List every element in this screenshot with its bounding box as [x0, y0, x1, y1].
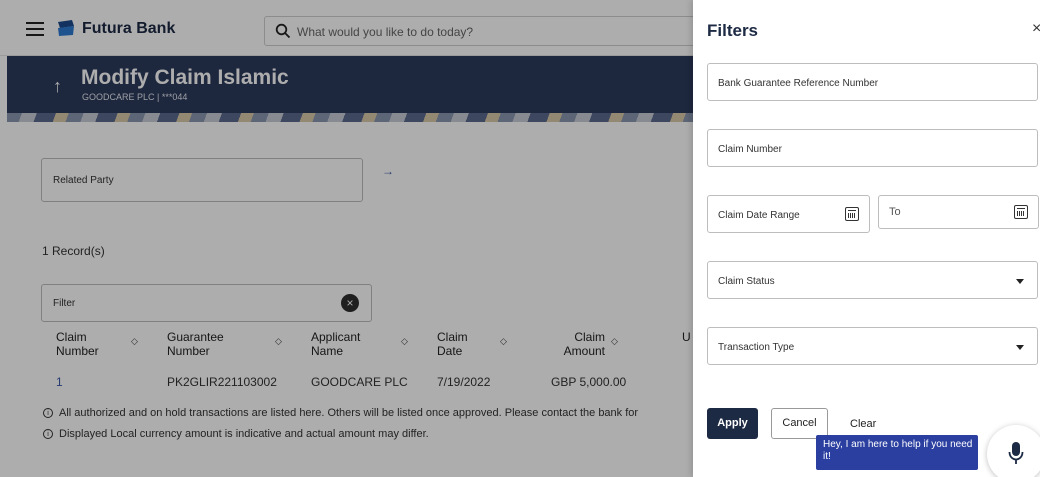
apply-button[interactable]: Apply: [707, 408, 758, 439]
panel-title: Filters: [707, 21, 759, 40]
field-label: Claim Status: [718, 276, 775, 287]
claim-status-dropdown[interactable]: Claim Status: [707, 261, 1038, 299]
assistant-message[interactable]: Hey, I am here to help if you need it!: [816, 435, 978, 470]
claim-date-to-input[interactable]: To: [878, 195, 1039, 229]
voice-assistant-button[interactable]: [987, 425, 1040, 477]
field-label: Bank Guarantee Reference Number: [718, 78, 879, 89]
close-icon[interactable]: ×: [1032, 20, 1040, 38]
field-label: Claim Date Range: [718, 210, 800, 221]
transaction-type-dropdown[interactable]: Transaction Type: [707, 327, 1038, 365]
microphone-icon: [1008, 442, 1024, 464]
bank-guarantee-reference-input[interactable]: Bank Guarantee Reference Number: [707, 63, 1038, 101]
clear-button[interactable]: Clear: [850, 418, 876, 430]
calendar-icon[interactable]: [1014, 205, 1028, 219]
chevron-down-icon: [1016, 345, 1024, 350]
field-label: Claim Number: [718, 144, 782, 155]
claim-number-input[interactable]: Claim Number: [707, 129, 1038, 167]
filters-panel: Filters × Bank Guarantee Reference Numbe…: [693, 0, 1040, 477]
field-label: To: [889, 206, 901, 218]
calendar-icon[interactable]: [845, 207, 859, 221]
claim-date-from-input[interactable]: Claim Date Range: [707, 195, 870, 233]
field-label: Transaction Type: [718, 342, 795, 353]
modal-overlay[interactable]: [0, 0, 700, 477]
chevron-down-icon: [1016, 279, 1024, 284]
